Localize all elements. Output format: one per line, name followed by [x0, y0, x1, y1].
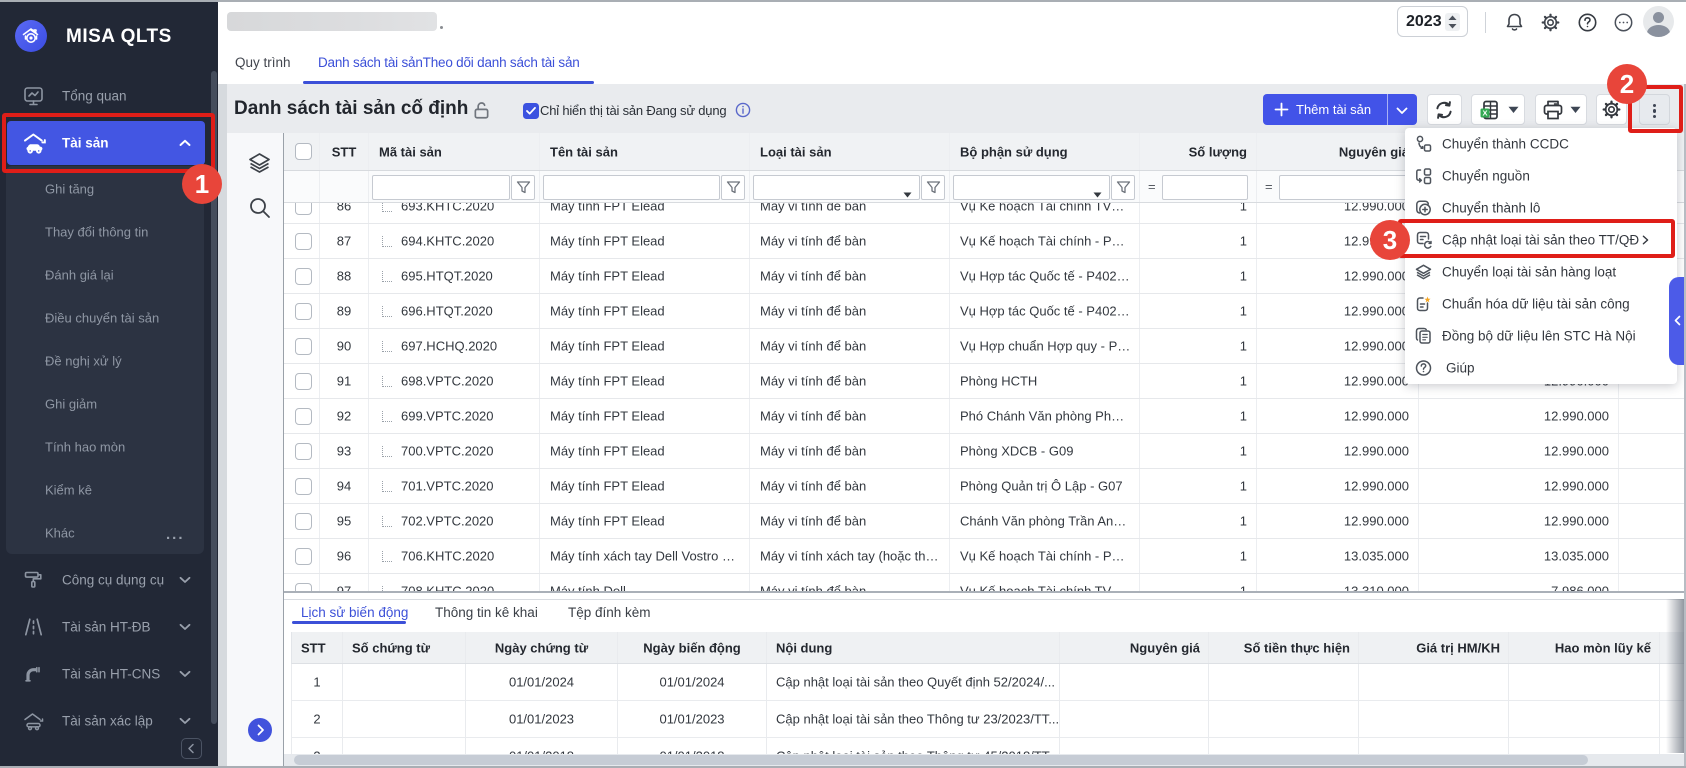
- svg-text:X: X: [1482, 109, 1487, 118]
